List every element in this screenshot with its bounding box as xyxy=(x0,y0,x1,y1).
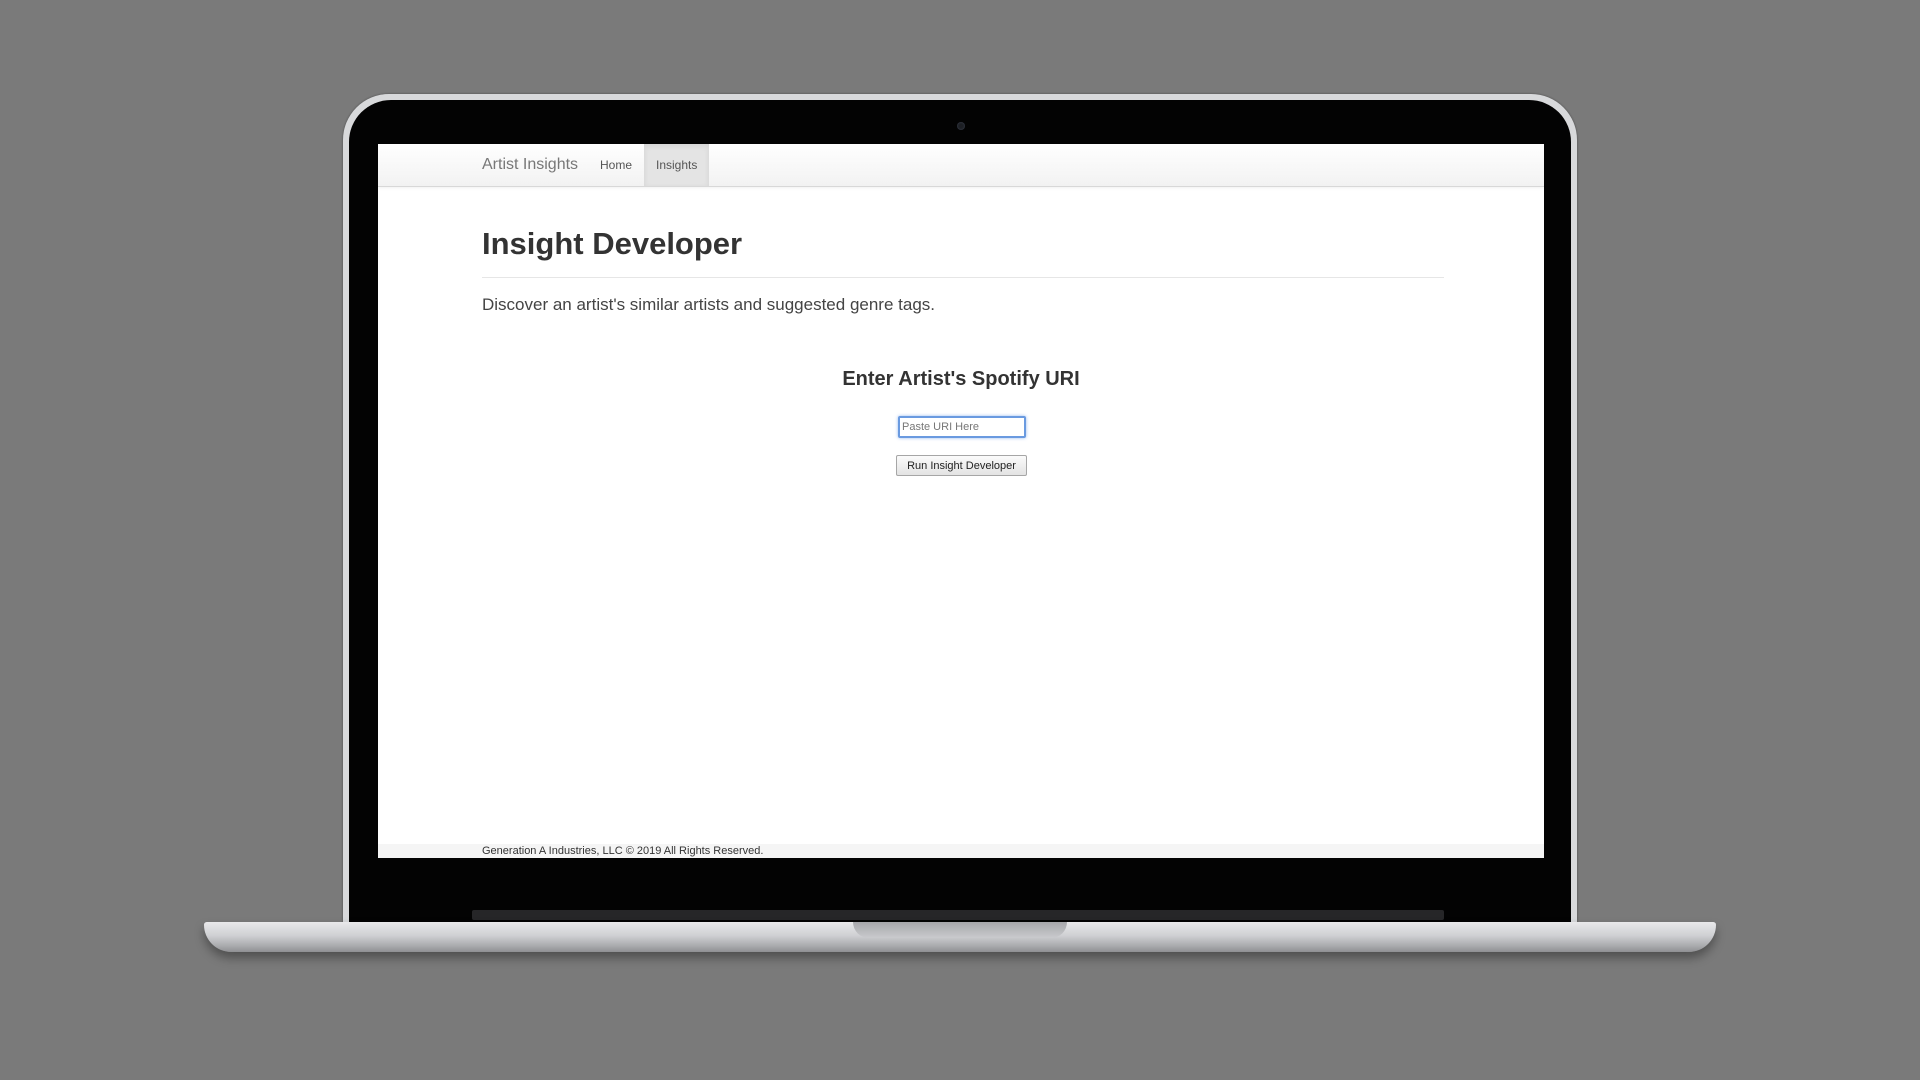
run-insight-developer-button[interactable]: Run Insight Developer xyxy=(896,455,1027,476)
nav-link-home[interactable]: Home xyxy=(588,144,644,186)
title-divider xyxy=(482,277,1444,278)
nav-link-insights[interactable]: Insights xyxy=(644,144,710,186)
footer-copyright: Generation A Industries, LLC © 2019 All … xyxy=(482,845,764,857)
form-heading: Enter Artist's Spotify URI xyxy=(842,368,1080,390)
navbar: Artist Insights Home Insights xyxy=(378,144,1544,187)
mockup-stage: Artist Insights Home Insights Insight De… xyxy=(0,0,1920,1080)
camera-icon xyxy=(957,122,965,130)
footer: Generation A Industries, LLC © 2019 All … xyxy=(378,844,1544,858)
navbar-brand[interactable]: Artist Insights xyxy=(482,144,578,186)
laptop-notch xyxy=(853,922,1067,938)
page-title: Insight Developer xyxy=(482,226,743,261)
page-description: Discover an artist's similar artists and… xyxy=(482,295,935,314)
laptop-hinge xyxy=(472,910,1444,920)
spotify-uri-input[interactable] xyxy=(898,416,1026,438)
browser-viewport: Artist Insights Home Insights Insight De… xyxy=(378,144,1544,858)
